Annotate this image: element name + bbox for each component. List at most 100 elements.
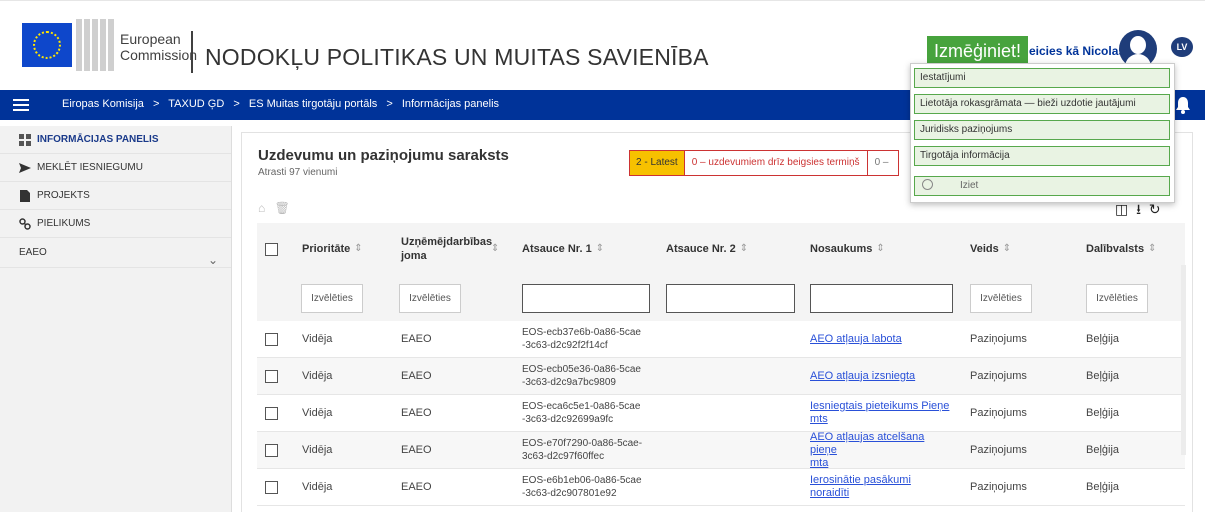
sidebar-item-label: EAEO <box>19 247 47 258</box>
column-reference-2[interactable]: Atsauce Nr. 2 ⇕ <box>666 223 796 275</box>
column-reference-1[interactable]: Atsauce Nr. 1 ⇕ <box>522 223 652 275</box>
reference-2-filter-input[interactable] <box>666 283 795 313</box>
domain-filter-select[interactable]: Izvēlēties <box>399 283 461 313</box>
sidebar-item-attachment[interactable]: PIELIKUMS <box>0 210 231 238</box>
deadline-filter[interactable]: 0 – uzdevumiem drīz beigsies termiņš <box>684 151 868 175</box>
priority-filter-select[interactable]: Izvēlēties <box>301 283 363 313</box>
member-state-filter-select[interactable]: Izvēlēties <box>1086 283 1148 313</box>
sidebar-item-eaeo[interactable]: EAEO ⌄ <box>0 238 231 268</box>
breadcrumb-item[interactable]: ES Muitas tirgotāju portāls <box>249 98 377 110</box>
table-row[interactable]: Vidēja EAEO EOS-e70f7290-0a86-5cae- 3c63-… <box>257 431 1185 469</box>
sidebar-item-label: INFORMĀCIJAS PANELIS <box>37 134 159 145</box>
menu-item-user-guide[interactable]: Lietotāja rokasgrāmata — bieži uzdotie j… <box>914 94 1170 114</box>
dashboard-icon <box>19 134 31 146</box>
bell-icon[interactable] <box>1175 96 1191 114</box>
sort-icon: ⇕ <box>1148 243 1157 254</box>
table-toolbar-left: ⌂ 🗑 <box>258 201 296 215</box>
row-title-link[interactable]: AEO atļaujas atcelšana pieņe mta <box>810 431 950 469</box>
row-checkbox[interactable] <box>265 332 278 346</box>
row-priority: Vidēja <box>302 481 333 493</box>
reference-1-filter-input[interactable] <box>522 283 650 313</box>
result-count: Atrasti 97 vienumi <box>258 167 338 178</box>
menu-item-trader-info[interactable]: Tirgotāja informācija <box>914 146 1170 166</box>
breadcrumb-item[interactable]: TAXUD ĢD <box>168 98 224 110</box>
logout-label: Iziet <box>960 180 979 191</box>
filter-strip: 2 - Latest 0 – uzdevumiem drīz beigsies … <box>629 150 899 176</box>
row-type: Paziņojums <box>970 370 1027 382</box>
sidebar-item-draft[interactable]: PROJEKTS <box>0 182 231 210</box>
row-type: Paziņojums <box>970 444 1027 456</box>
row-title-link[interactable]: AEO atļauja labota <box>810 321 950 357</box>
try-it-button[interactable]: Izmēģiniet! <box>927 36 1029 66</box>
column-business-domain[interactable]: Uzņēmējdarbības joma ⇕ <box>401 223 516 275</box>
breadcrumb-separator: > <box>386 98 393 110</box>
sort-icon: ⇕ <box>876 243 885 254</box>
row-reference-1: EOS-e6b1eb06-0a86-5cae -3c63-d2c907801e92 <box>522 475 642 499</box>
column-type[interactable]: Veids ⇕ <box>970 223 1060 275</box>
row-checkbox[interactable] <box>265 369 278 383</box>
logout-icon <box>922 179 933 190</box>
table-row[interactable]: Vidēja EAEO EOS-e6b1eb06-0a86-5cae -3c63-… <box>257 469 1185 506</box>
user-name[interactable]: eicies kā Nicolas <box>1029 44 1125 58</box>
columns-icon[interactable]: ◫ <box>1115 201 1128 217</box>
menu-item-legal-notice[interactable]: Juridisks paziņojums <box>914 120 1170 140</box>
row-checkbox[interactable] <box>265 480 278 494</box>
download-icon[interactable]: ⭳ <box>1136 201 1141 217</box>
select-all-checkbox[interactable] <box>265 242 278 256</box>
sort-icon: ⇕ <box>354 243 363 254</box>
sort-icon: ⇕ <box>739 243 749 254</box>
column-title[interactable]: Nosaukums ⇕ <box>810 223 950 275</box>
row-checkbox[interactable] <box>265 406 278 420</box>
sidebar-item-label: MEKLĒT IESNIEGUMU <box>37 162 143 173</box>
eu-flag-icon <box>22 23 72 67</box>
language-selector[interactable]: LV <box>1171 37 1193 57</box>
row-checkbox[interactable] <box>265 443 278 457</box>
row-member-state: Beļģija <box>1086 407 1120 419</box>
table-row[interactable]: Vidēja EAEO EOS-eca6c5e1-0a86-5cae -3c63-… <box>257 395 1185 432</box>
row-priority: Vidēja <box>302 333 333 345</box>
sort-icon: ⇕ <box>595 243 605 254</box>
table-scrollbar[interactable] <box>1181 265 1186 455</box>
row-domain: EAEO <box>401 481 432 493</box>
site-title: NODOKĻU POLITIKAS UN MUITAS SAVIENĪBA <box>205 44 709 70</box>
type-filter-select[interactable]: Izvēlēties <box>970 283 1032 313</box>
breadcrumb: Eiropas Komisija > TAXUD ĢD > ES Muitas … <box>62 98 505 110</box>
refresh-icon[interactable]: ↻ <box>1149 201 1161 217</box>
building-icon <box>76 19 116 71</box>
row-title-link[interactable]: Ierosinātie pasākumi noraidīti <box>810 469 950 505</box>
sort-icon: ⇕ <box>1002 243 1012 254</box>
other-filter[interactable]: 0 – <box>867 151 898 175</box>
title-separator <box>191 31 193 73</box>
row-reference-1: EOS-ecb05e36-0a86-5cae -3c63-d2c9a7bc9809 <box>522 364 641 388</box>
breadcrumb-item[interactable]: Informācijas panelis <box>402 98 499 110</box>
sidebar-item-label: PROJEKTS <box>37 190 90 201</box>
sidebar-item-search-submission[interactable]: MEKLĒT IESNIEGUMU <box>0 154 231 182</box>
row-type: Paziņojums <box>970 481 1027 493</box>
link-icon <box>19 218 31 230</box>
column-member-state[interactable]: Dalībvalsts ⇕ <box>1086 223 1181 275</box>
column-priority[interactable]: Prioritāte ⇕ <box>302 223 392 275</box>
row-priority: Vidēja <box>302 444 333 456</box>
table-header: Prioritāte ⇕ Uzņēmējdarbības joma ⇕ Atsauc… <box>257 223 1185 275</box>
chevron-down-icon: ⌄ <box>207 253 218 267</box>
breadcrumb-item[interactable]: Eiropas Komisija <box>62 98 144 110</box>
home-icon[interactable]: ⌂ <box>258 201 265 215</box>
breadcrumb-separator: > <box>233 98 240 110</box>
document-icon <box>20 190 30 202</box>
row-title-link[interactable]: Iesniegtais pieteikums Pieņe mts <box>810 395 950 431</box>
trash-icon[interactable]: 🗑 <box>275 201 290 215</box>
sort-icon: ⇕ <box>491 243 500 254</box>
sidebar-item-dashboard[interactable]: INFORMĀCIJAS PANELIS <box>0 126 231 154</box>
table-row[interactable]: Vidēja EAEO EOS-ecb05e36-0a86-5cae -3c63-… <box>257 358 1185 395</box>
european-commission-logo[interactable]: European Commission <box>22 19 202 77</box>
row-reference-1: EOS-eca6c5e1-0a86-5cae -3c63-d2c92699a9fc <box>522 401 641 425</box>
title-filter-input[interactable] <box>810 283 953 313</box>
row-title-link[interactable]: AEO atļauja izsniegta <box>810 358 950 394</box>
menu-item-logout[interactable]: Iziet <box>914 176 1170 196</box>
hamburger-menu-icon[interactable] <box>13 99 29 111</box>
menu-item-settings[interactable]: Iestatījumi <box>914 68 1170 88</box>
latest-filter[interactable]: 2 - Latest <box>630 151 685 175</box>
row-domain: EAEO <box>401 444 432 456</box>
table-row[interactable]: Vidēja EAEO EOS-ecb37e6b-0a86-5cae -3c63-… <box>257 321 1185 358</box>
row-member-state: Beļģija <box>1086 370 1120 382</box>
